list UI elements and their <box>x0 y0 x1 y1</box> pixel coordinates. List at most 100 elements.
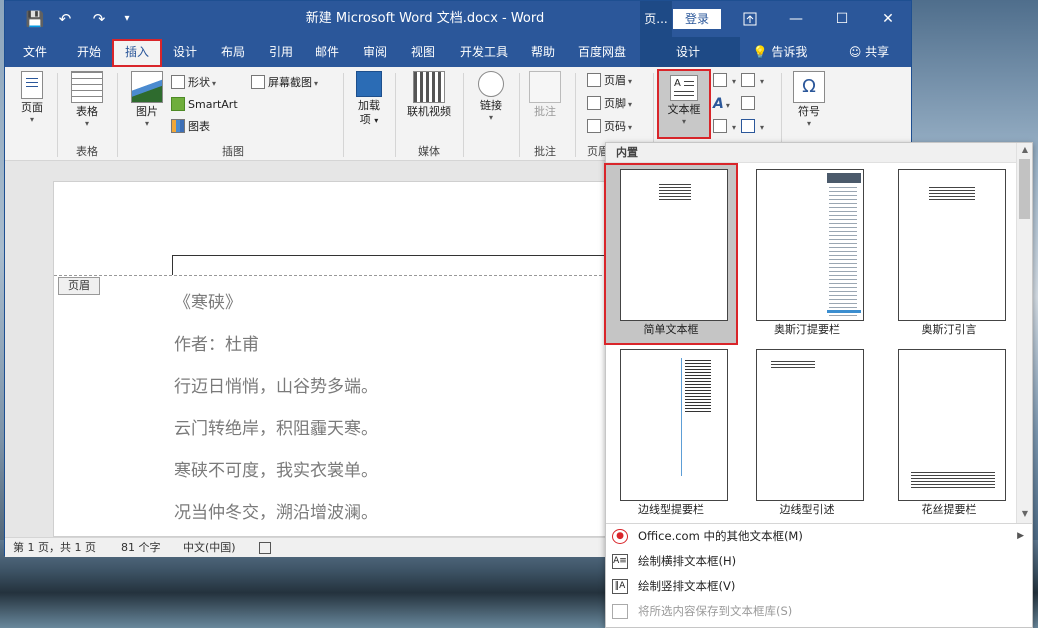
page-number-button[interactable]: 页码 ▾ <box>587 117 632 137</box>
undo-icon[interactable]: ↶ <box>55 9 75 29</box>
tab-mailings[interactable]: 邮件 <box>305 37 349 67</box>
tab-header-footer-design[interactable]: 设计 <box>663 37 713 67</box>
online-video-label: 联机视频 <box>407 105 451 118</box>
gallery-item-label: 简单文本框 <box>643 323 699 336</box>
scroll-thumb[interactable] <box>1019 159 1030 219</box>
menu-item-label: 绘制竖排文本框(V) <box>638 579 736 593</box>
tab-developer[interactable]: 开发工具 <box>451 37 517 67</box>
scroll-down-icon[interactable]: ▼ <box>1017 507 1033 521</box>
text-box-button[interactable]: A 文本框 ▾ <box>657 69 711 139</box>
table-button[interactable]: 表格 ▾ <box>67 71 107 129</box>
date-time-icon <box>741 96 755 110</box>
chevron-down-icon: ▾ <box>760 123 765 132</box>
poem-line: 况当仲冬交，溯沿增波澜。 <box>174 503 378 523</box>
gallery-scrollbar[interactable]: ▲ ▼ <box>1016 143 1032 523</box>
online-video-button[interactable]: 联机视频 <box>401 71 457 119</box>
tab-view[interactable]: 视图 <box>401 37 445 67</box>
group-divider <box>519 73 520 157</box>
symbol-button[interactable]: Ω 符号 ▾ <box>789 71 829 129</box>
screenshot-label: 屏幕截图 <box>268 76 312 89</box>
gallery-item-austin-quote[interactable]: 奥斯汀引言 <box>884 165 1014 343</box>
tab-insert[interactable]: 插入 <box>112 39 162 67</box>
chevron-down-icon: ▾ <box>628 100 633 109</box>
save-selection-to-gallery-menu-item[interactable]: 将所选内容保存到文本框库(S) <box>606 599 1032 624</box>
window-title: 新建 Microsoft Word 文档.docx - Word <box>305 11 545 26</box>
tab-review[interactable]: 审阅 <box>353 37 397 67</box>
signature-line-icon <box>741 73 755 87</box>
qat-customize-icon[interactable]: ▾ <box>117 9 137 29</box>
share-button[interactable]: ☺ 共享 <box>841 37 897 67</box>
wordart-button[interactable]: A ▾ <box>713 94 730 114</box>
link-button[interactable]: 链接 ▾ <box>471 71 511 123</box>
comment-button[interactable]: 批注 <box>525 71 565 119</box>
addins-button[interactable]: 加载 项 ▾ <box>349 71 389 128</box>
page-button[interactable]: 页面 ▾ <box>13 71 51 125</box>
video-icon <box>413 71 445 103</box>
object-button[interactable]: ▾ <box>741 117 764 137</box>
date-time-button[interactable] <box>741 94 758 114</box>
symbol-label: 符号 <box>798 105 820 118</box>
wordart-icon: A <box>713 96 724 112</box>
scroll-up-icon[interactable]: ▲ <box>1017 143 1033 157</box>
screenshot-icon <box>251 75 265 89</box>
screenshot-button[interactable]: 屏幕截图 ▾ <box>251 73 318 93</box>
gallery-item-border-quote[interactable]: 边线型引述 <box>742 345 872 523</box>
ribbon-display-options-icon[interactable] <box>727 1 773 37</box>
chevron-down-icon: ▾ <box>29 115 34 124</box>
gallery-item-label: 奥斯汀提要栏 <box>774 323 840 336</box>
save-icon[interactable]: 💾 <box>25 9 45 29</box>
picture-button-label: 图片 <box>136 105 158 118</box>
gallery-item-filigree-sidebar[interactable]: 花丝提要栏 <box>884 345 1014 523</box>
redo-icon[interactable]: ↷ <box>89 9 109 29</box>
header-cursor-mark <box>172 255 173 275</box>
tab-tell-me[interactable]: 💡 告诉我 <box>745 37 815 67</box>
signature-line-button[interactable]: ▾ <box>741 71 764 91</box>
login-button[interactable]: 登录 <box>673 9 721 29</box>
maximize-button[interactable]: ☐ <box>819 1 865 37</box>
title-bar: 💾 ↶ ↷ ▾ 新建 Microsoft Word 文档.docx - Word… <box>5 1 911 37</box>
tell-me-label: 告诉我 <box>771 45 808 59</box>
smartart-label: SmartArt <box>188 98 238 111</box>
language-indicator[interactable]: 中文(中国) <box>183 538 236 558</box>
tab-references[interactable]: 引用 <box>259 37 303 67</box>
chevron-right-icon: ▶ <box>1017 531 1024 541</box>
tab-design[interactable]: 设计 <box>163 37 207 67</box>
header-button[interactable]: 页眉 ▾ <box>587 71 632 91</box>
gallery-item-austin-sidebar[interactable]: 奥斯汀提要栏 <box>742 165 872 343</box>
close-button[interactable]: ✕ <box>865 1 911 37</box>
picture-button[interactable]: 图片 ▾ <box>127 71 167 129</box>
chevron-down-icon: ▾ <box>628 77 633 86</box>
tab-home[interactable]: 开始 <box>65 37 113 67</box>
table-button-label: 表格 <box>76 105 98 118</box>
drop-cap-button[interactable]: ▾ <box>713 117 736 137</box>
comments-group-label: 批注 <box>534 145 556 158</box>
chart-button[interactable]: 图表 <box>171 117 210 137</box>
document-page[interactable]: 页眉 《寒硖》 作者：杜甫 行迈日悄悄，山谷势多端。 云门转绝岸，积阻霾天寒。 … <box>53 181 613 537</box>
page-icon <box>21 71 43 99</box>
shapes-button[interactable]: 形状 ▾ <box>171 73 216 93</box>
tab-baidu-netdisk[interactable]: 百度网盘 <box>569 37 635 67</box>
smartart-button[interactable]: SmartArt <box>171 95 238 115</box>
group-divider <box>117 73 118 157</box>
macro-record-icon[interactable] <box>259 542 271 554</box>
text-box-label: 文本框 <box>667 103 701 116</box>
gallery-item-simple-text-box[interactable]: 简单文本框 <box>604 163 738 345</box>
page-count[interactable]: 第 1 页，共 1 页 <box>13 538 96 558</box>
poem-line: 寒硖不可度，我实衣裳单。 <box>174 461 378 481</box>
gallery-item-label: 边线型提要栏 <box>638 503 704 516</box>
tables-group-label: 表格 <box>76 145 98 158</box>
tab-layout[interactable]: 布局 <box>211 37 255 67</box>
gallery-item-label: 奥斯汀引言 <box>921 323 977 336</box>
filigree-sidebar-preview <box>898 349 1006 501</box>
tab-help[interactable]: 帮助 <box>521 37 565 67</box>
chart-icon <box>171 119 185 133</box>
minimize-button[interactable]: — <box>773 1 819 37</box>
footer-button[interactable]: 页脚 ▾ <box>587 94 632 114</box>
horizontal-textbox-icon: A≡ <box>612 554 628 569</box>
gallery-item-border-sidebar[interactable]: 边线型提要栏 <box>606 345 736 523</box>
omega-icon: Ω <box>793 71 825 103</box>
group-divider <box>57 73 58 157</box>
quick-parts-button[interactable]: ▾ <box>713 71 736 91</box>
tab-file[interactable]: 文件 <box>11 37 59 67</box>
word-count[interactable]: 81 个字 <box>121 538 161 558</box>
